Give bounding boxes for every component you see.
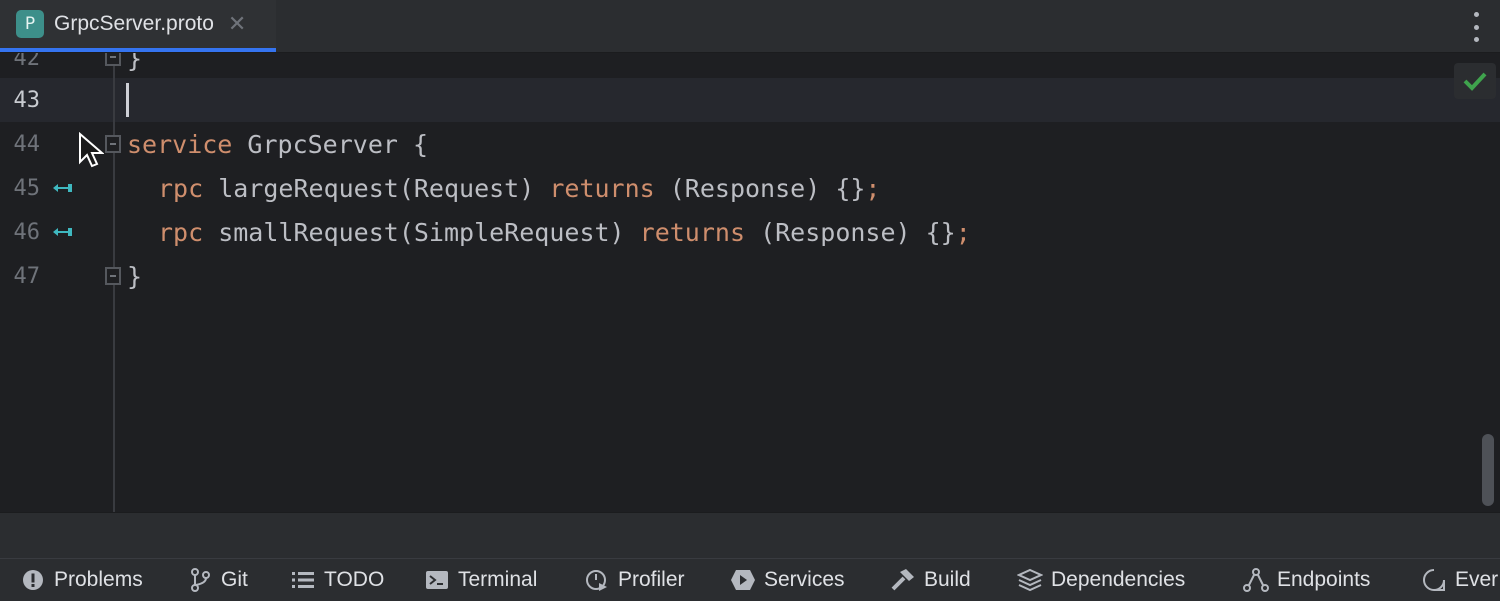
todo-list-icon — [290, 567, 316, 593]
no-problems-indicator[interactable] — [1454, 63, 1496, 99]
checkmark-icon — [1463, 72, 1487, 91]
toolwindow-label: Dependencies — [1051, 568, 1186, 591]
endpoints-icon — [1243, 567, 1269, 593]
rpc-signature: smallRequest(SimpleRequest) — [203, 217, 640, 247]
service-declaration: GrpcServer { — [232, 129, 429, 159]
toolwindow-build[interactable]: Build — [890, 559, 971, 601]
text-caret — [126, 83, 129, 117]
build-hammer-icon — [890, 567, 916, 593]
git-branch-icon — [187, 567, 213, 593]
toolwindow-event-log[interactable]: Ever — [1421, 559, 1498, 601]
toolwindow-terminal[interactable]: Terminal — [424, 559, 537, 601]
code-line: 44 service GrpcServer { — [0, 122, 1500, 166]
mouse-pointer-icon — [79, 132, 104, 168]
dependencies-icon — [1017, 567, 1043, 593]
rpc-return: (Response) {} — [745, 217, 956, 247]
editor-tab-bar: P GrpcServer.proto ✕ — [0, 0, 1500, 53]
toolwindow-label: Profiler — [618, 568, 685, 591]
keyword-returns: returns — [639, 217, 746, 247]
close-icon[interactable]: ✕ — [228, 12, 246, 37]
toolwindow-label: Build — [924, 568, 971, 591]
event-log-icon — [1421, 567, 1447, 593]
semicolon: ; — [955, 217, 971, 247]
code-line: 45 rpc largeRequest(Request) returns (Re… — [0, 166, 1500, 210]
code-text: rpc smallRequest(SimpleRequest) returns … — [158, 218, 971, 247]
more-options-icon[interactable] — [1466, 12, 1486, 42]
fold-end-icon[interactable] — [105, 267, 121, 285]
toolwindow-dependencies[interactable]: Dependencies — [1017, 559, 1185, 601]
fold-end-icon[interactable] — [105, 53, 121, 66]
toolwindow-label: Endpoints — [1277, 568, 1371, 591]
toolwindow-profiler[interactable]: Profiler — [584, 559, 685, 601]
code-text: service GrpcServer { — [127, 130, 428, 159]
toolwindow-label: Git — [221, 568, 248, 591]
code-text: } — [127, 53, 143, 73]
line-number: 42 — [13, 53, 41, 71]
keyword-service: service — [127, 129, 233, 159]
code-editor[interactable]: 42 } 43 44 service GrpcServer { 45 rpc l… — [0, 53, 1500, 512]
keyword-rpc: rpc — [158, 217, 204, 247]
terminal-icon — [424, 567, 450, 593]
profiler-icon — [584, 567, 610, 593]
implement-method-icon[interactable] — [52, 182, 74, 194]
toolwindow-label: Terminal — [458, 568, 538, 591]
keyword-returns: returns — [549, 173, 655, 203]
line-number: 47 — [13, 263, 41, 289]
toolwindow-git[interactable]: Git — [187, 559, 248, 601]
toolwindow-problems[interactable]: Problems — [20, 559, 143, 601]
semicolon: ; — [865, 173, 881, 203]
toolwindow-label: TODO — [324, 568, 385, 591]
keyword-rpc: rpc — [158, 173, 204, 203]
code-line: 46 rpc smallRequest(SimpleRequest) retur… — [0, 210, 1500, 254]
code-text: rpc largeRequest(Request) returns (Respo… — [158, 174, 880, 203]
proto-file-icon: P — [16, 10, 44, 38]
code-line-current: 43 — [0, 78, 1500, 122]
code-text: } — [127, 261, 143, 291]
tab-label: GrpcServer.proto — [54, 12, 214, 35]
code-line: 47 } — [0, 254, 1500, 298]
toolwindow-todo[interactable]: TODO — [290, 559, 384, 601]
toolwindow-label: Services — [764, 568, 845, 591]
editor-bottom-gap — [0, 512, 1500, 559]
rpc-return: (Response) {} — [654, 173, 866, 203]
toolwindow-endpoints[interactable]: Endpoints — [1243, 559, 1370, 601]
tab-grpcserver-proto[interactable]: P GrpcServer.proto ✕ — [0, 0, 276, 52]
line-number: 45 — [13, 175, 41, 201]
code-line: 42 } — [0, 53, 1500, 80]
toolwindow-label: Problems — [54, 568, 143, 591]
tool-window-bar: Problems Git TODO Terminal Profiler Serv… — [0, 558, 1500, 601]
toolwindow-services[interactable]: Services — [730, 559, 845, 601]
line-number: 43 — [13, 87, 41, 113]
fold-start-icon[interactable] — [105, 135, 121, 153]
line-number: 46 — [13, 219, 41, 245]
problems-icon — [20, 567, 46, 593]
implement-method-icon[interactable] — [52, 226, 74, 238]
rpc-signature: largeRequest(Request) — [203, 173, 550, 203]
line-number: 44 — [13, 131, 41, 157]
services-icon — [730, 567, 756, 593]
vertical-scrollbar[interactable] — [1482, 434, 1494, 506]
toolwindow-label: Ever — [1455, 568, 1499, 591]
